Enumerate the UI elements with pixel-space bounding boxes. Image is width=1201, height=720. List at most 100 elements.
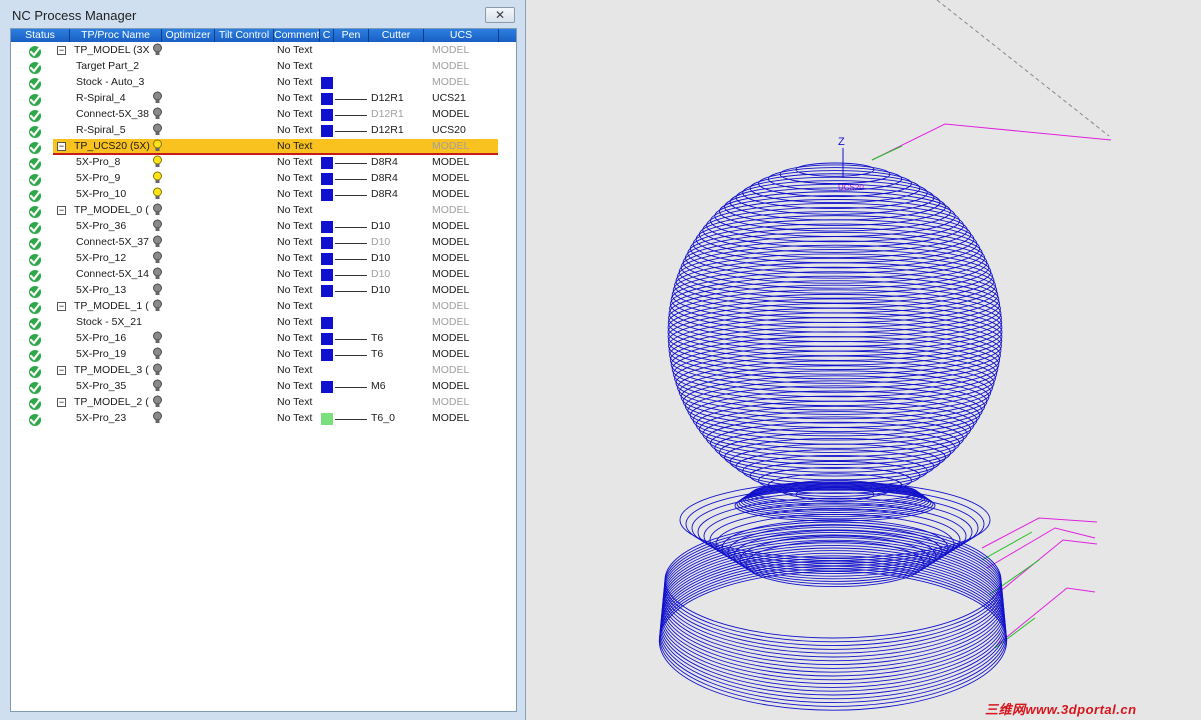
color-swatch[interactable] bbox=[321, 237, 333, 249]
lightbulb-off-icon[interactable] bbox=[152, 91, 163, 105]
process-row[interactable]: Target Part_2 No Text MODEL bbox=[11, 59, 516, 75]
comment-text[interactable]: No Text bbox=[277, 268, 312, 280]
lightbulb-on-icon[interactable] bbox=[152, 187, 163, 201]
lightbulb-on-icon[interactable] bbox=[152, 171, 163, 185]
process-row[interactable]: Connect-5X_14 No Text D10 MODEL bbox=[11, 267, 516, 283]
3d-viewport[interactable]: Z UCS20 bbox=[527, 0, 1201, 720]
process-row[interactable]: 5X-Pro_12 No Text D10 MODEL bbox=[11, 251, 516, 267]
color-swatch[interactable] bbox=[321, 381, 333, 393]
process-row[interactable]: Stock - 5X_21 No Text MODEL bbox=[11, 315, 516, 331]
tree-collapse-toggle[interactable]: − bbox=[57, 142, 66, 151]
lightbulb-on-icon[interactable] bbox=[152, 139, 163, 153]
comment-text[interactable]: No Text bbox=[277, 236, 312, 248]
comment-text[interactable]: No Text bbox=[277, 300, 312, 312]
process-row[interactable]: R-Spiral_4 No Text D12R1 UCS21 bbox=[11, 91, 516, 107]
process-row[interactable]: 5X-Pro_8 No Text D8R4 MODEL bbox=[11, 155, 516, 171]
color-swatch[interactable] bbox=[321, 93, 333, 105]
pen-line-style[interactable] bbox=[335, 243, 367, 244]
comment-text[interactable]: No Text bbox=[277, 332, 312, 344]
process-tree-panel[interactable]: Status TP/Proc Name Optimizer Tilt Contr… bbox=[10, 28, 517, 712]
lightbulb-off-icon[interactable] bbox=[152, 203, 163, 217]
process-row[interactable]: 5X-Pro_9 No Text D8R4 MODEL bbox=[11, 171, 516, 187]
color-swatch[interactable] bbox=[321, 173, 333, 185]
color-swatch[interactable] bbox=[321, 77, 333, 89]
comment-text[interactable]: No Text bbox=[277, 172, 312, 184]
process-row[interactable]: − TP_MODEL (3X No Text MODEL bbox=[11, 43, 516, 59]
comment-text[interactable]: No Text bbox=[277, 364, 312, 376]
lightbulb-off-icon[interactable] bbox=[152, 379, 163, 393]
column-header-name[interactable]: TP/Proc Name bbox=[70, 29, 162, 42]
pen-line-style[interactable] bbox=[335, 275, 367, 276]
comment-text[interactable]: No Text bbox=[277, 44, 312, 56]
lightbulb-off-icon[interactable] bbox=[152, 219, 163, 233]
column-header-status[interactable]: Status bbox=[11, 29, 70, 42]
process-row[interactable]: Connect-5X_37 No Text D10 MODEL bbox=[11, 235, 516, 251]
tree-collapse-toggle[interactable]: − bbox=[57, 46, 66, 55]
pen-line-style[interactable] bbox=[335, 195, 367, 196]
lightbulb-off-icon[interactable] bbox=[152, 267, 163, 281]
process-row[interactable]: Connect-5X_38 No Text D12R1 MODEL bbox=[11, 107, 516, 123]
pen-line-style[interactable] bbox=[335, 227, 367, 228]
process-row[interactable]: 5X-Pro_13 No Text D10 MODEL bbox=[11, 283, 516, 299]
pen-line-style[interactable] bbox=[335, 339, 367, 340]
comment-text[interactable]: No Text bbox=[277, 348, 312, 360]
pen-line-style[interactable] bbox=[335, 115, 367, 116]
color-swatch[interactable] bbox=[321, 189, 333, 201]
close-button[interactable]: ✕ bbox=[485, 7, 515, 23]
process-row[interactable]: 5X-Pro_19 No Text T6 MODEL bbox=[11, 347, 516, 363]
color-swatch[interactable] bbox=[321, 109, 333, 121]
lightbulb-off-icon[interactable] bbox=[152, 411, 163, 425]
comment-text[interactable]: No Text bbox=[277, 140, 312, 152]
pen-line-style[interactable] bbox=[335, 163, 367, 164]
tree-collapse-toggle[interactable]: − bbox=[57, 302, 66, 311]
process-row[interactable]: − TP_MODEL_1 (No Text MODEL bbox=[11, 299, 516, 315]
comment-text[interactable]: No Text bbox=[277, 220, 312, 232]
pen-line-style[interactable] bbox=[335, 131, 367, 132]
color-swatch[interactable] bbox=[321, 253, 333, 265]
column-header-tilt-control[interactable]: Tilt Control bbox=[215, 29, 274, 42]
lightbulb-off-icon[interactable] bbox=[152, 283, 163, 297]
pen-line-style[interactable] bbox=[335, 99, 367, 100]
process-row[interactable]: − TP_MODEL_2 (No Text MODEL bbox=[11, 395, 516, 411]
color-swatch[interactable] bbox=[321, 125, 333, 137]
lightbulb-on-icon[interactable] bbox=[152, 155, 163, 169]
lightbulb-off-icon[interactable] bbox=[152, 235, 163, 249]
comment-text[interactable]: No Text bbox=[277, 284, 312, 296]
process-row[interactable]: Stock - Auto_3 No Text MODEL bbox=[11, 75, 516, 91]
comment-text[interactable]: No Text bbox=[277, 108, 312, 120]
process-row[interactable]: 5X-Pro_35 No Text M6 MODEL bbox=[11, 379, 516, 395]
process-row[interactable]: 5X-Pro_10 No Text D8R4 MODEL bbox=[11, 187, 516, 203]
tree-collapse-toggle[interactable]: − bbox=[57, 206, 66, 215]
comment-text[interactable]: No Text bbox=[277, 412, 312, 424]
comment-text[interactable]: No Text bbox=[277, 380, 312, 392]
lightbulb-off-icon[interactable] bbox=[152, 299, 163, 313]
process-row[interactable]: R-Spiral_5 No Text D12R1 UCS20 bbox=[11, 123, 516, 139]
comment-text[interactable]: No Text bbox=[277, 252, 312, 264]
comment-text[interactable]: No Text bbox=[277, 188, 312, 200]
comment-text[interactable]: No Text bbox=[277, 204, 312, 216]
color-swatch[interactable] bbox=[321, 349, 333, 361]
process-row[interactable]: 5X-Pro_36 No Text D10 MODEL bbox=[11, 219, 516, 235]
pen-line-style[interactable] bbox=[335, 259, 367, 260]
lightbulb-off-icon[interactable] bbox=[152, 123, 163, 137]
color-swatch[interactable] bbox=[321, 269, 333, 281]
comment-text[interactable]: No Text bbox=[277, 124, 312, 136]
column-header-optimizer[interactable]: Optimizer bbox=[162, 29, 215, 42]
column-header-ucs[interactable]: UCS bbox=[424, 29, 499, 42]
comment-text[interactable]: No Text bbox=[277, 156, 312, 168]
color-swatch[interactable] bbox=[321, 413, 333, 425]
lightbulb-off-icon[interactable] bbox=[152, 347, 163, 361]
comment-text[interactable]: No Text bbox=[277, 92, 312, 104]
lightbulb-off-icon[interactable] bbox=[152, 107, 163, 121]
comment-text[interactable]: No Text bbox=[277, 76, 312, 88]
color-swatch[interactable] bbox=[321, 157, 333, 169]
column-header-c[interactable]: C bbox=[320, 29, 334, 42]
lightbulb-off-icon[interactable] bbox=[152, 251, 163, 265]
process-row[interactable]: − TP_UCS20 (5X) No Text MODEL bbox=[29, 139, 498, 155]
pen-line-style[interactable] bbox=[335, 355, 367, 356]
comment-text[interactable]: No Text bbox=[277, 60, 312, 72]
column-header-pen[interactable]: Pen bbox=[334, 29, 369, 42]
color-swatch[interactable] bbox=[321, 221, 333, 233]
column-header-cutter[interactable]: Cutter bbox=[369, 29, 424, 42]
lightbulb-off-icon[interactable] bbox=[152, 43, 163, 57]
